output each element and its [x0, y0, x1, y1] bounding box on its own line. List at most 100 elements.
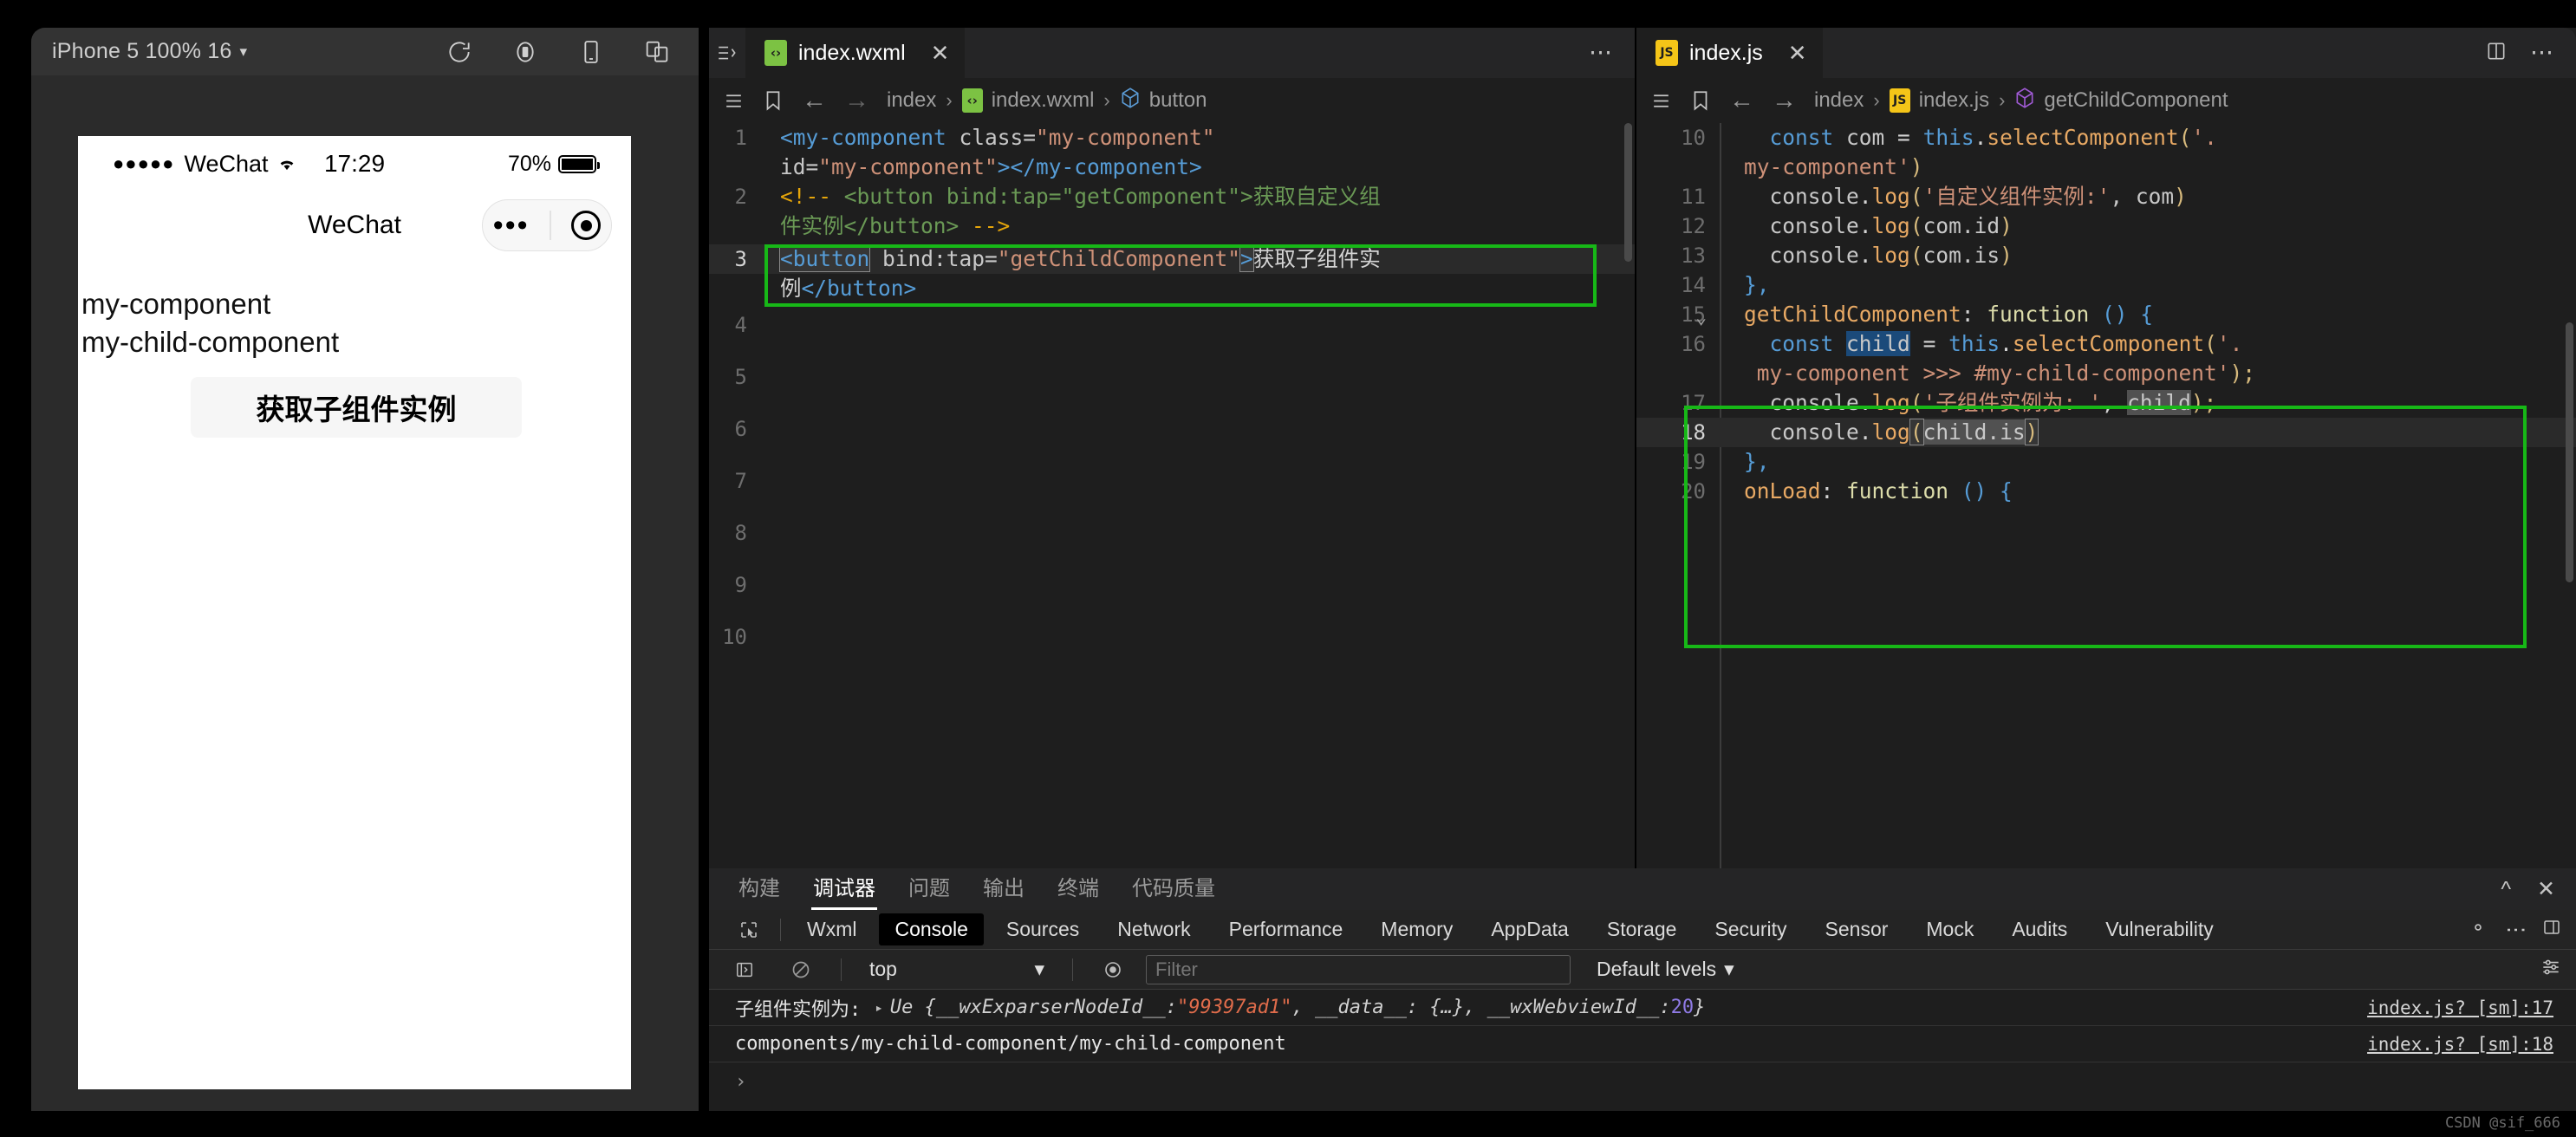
dt-tab-network[interactable]: Network	[1102, 913, 1206, 945]
bp-tab-build[interactable]: 构建	[737, 871, 782, 908]
dt-tab-console[interactable]: Console	[879, 913, 984, 945]
code-token: )	[2174, 184, 2187, 209]
simulator-panel: iPhone 5 100% 16 ▾ ●●●●● WeChat 17:29 70…	[31, 28, 699, 1111]
capsule-close-icon[interactable]	[571, 211, 602, 240]
get-child-component-button[interactable]: 获取子组件实例	[191, 377, 522, 439]
dt-tab-audits[interactable]: Audits	[1996, 913, 2083, 945]
console-source-link[interactable]: index.js? [sm]:17	[2367, 997, 2576, 1018]
dt-tab-memory[interactable]: Memory	[1365, 913, 1468, 945]
split-editor-icon[interactable]	[2485, 40, 2508, 67]
bp-tab-code-quality[interactable]: 代码质量	[1130, 871, 1217, 908]
dt-tab-appdata[interactable]: AppData	[1475, 913, 1584, 945]
dt-tab-performance[interactable]: Performance	[1213, 913, 1359, 945]
more-actions-icon[interactable]: ⋯	[2530, 41, 2555, 63]
bottom-panel-tabs: 构建 调试器 问题 输出 终端 代码质量 ^ ✕	[709, 868, 2576, 910]
dt-tab-sources[interactable]: Sources	[991, 913, 1095, 945]
line-number: 5	[734, 365, 747, 389]
code-token: .	[1858, 390, 1872, 415]
breadcrumb-item-index[interactable]: index	[887, 88, 936, 113]
dt-tab-sensor[interactable]: Sensor	[1810, 913, 1904, 945]
console-toolbar: top ▾ Default levels ▾	[709, 950, 2576, 990]
code-token: child.is	[1922, 419, 2026, 445]
gear-icon[interactable]	[2467, 916, 2489, 943]
code-token: </button>	[801, 276, 917, 301]
bp-tab-output[interactable]: 输出	[981, 871, 1026, 908]
nav-forward-icon[interactable]: →	[1772, 88, 1797, 114]
device-selector-label[interactable]: iPhone 5 100% 16	[52, 39, 232, 64]
tab-label: index.js	[1689, 40, 1763, 65]
dt-tab-storage[interactable]: Storage	[1591, 913, 1693, 945]
code-token-selected: child	[1846, 331, 1910, 356]
chevron-down-icon[interactable]: ▾	[240, 43, 248, 61]
bookmark-icon[interactable]	[764, 89, 783, 112]
dt-tab-vulnerability[interactable]: Vulnerability	[2090, 913, 2228, 945]
breadcrumb-item-symbol[interactable]: getChildComponent	[2014, 87, 2228, 115]
editor-wxml-code[interactable]: 1 <my-component class="my-component" id=…	[709, 123, 1635, 868]
wechat-capsule[interactable]: •••	[482, 199, 612, 251]
dt-tab-wxml[interactable]: Wxml	[791, 913, 872, 945]
code-token: '.	[2216, 331, 2243, 356]
console-row[interactable]: components/my-child-component/my-child-c…	[709, 1026, 2576, 1062]
breadcrumb-label: index.wxml	[991, 88, 1095, 112]
editor-wxml-scrollbar[interactable]	[1624, 123, 1632, 262]
capsule-menu-icon[interactable]: •••	[493, 210, 530, 240]
simulator-toolbar-icons	[446, 38, 678, 66]
close-icon[interactable]	[931, 42, 950, 64]
line-number: 8	[734, 521, 747, 545]
kebab-menu-icon[interactable]: ⋮	[2504, 919, 2527, 940]
console-levels-select[interactable]: Default levels ▾	[1597, 958, 1734, 981]
nav-back-icon[interactable]: ←	[1729, 88, 1754, 114]
dt-tab-security[interactable]: Security	[1699, 913, 1802, 945]
clear-console-icon[interactable]	[777, 959, 825, 980]
console-prompt[interactable]: ›	[709, 1062, 2576, 1101]
tab-index-js[interactable]: JS index.js	[1636, 28, 1823, 78]
console-context-select[interactable]: top ▾	[857, 958, 1057, 981]
close-icon[interactable]	[1788, 42, 1807, 64]
breadcrumb-item-file[interactable]: ‹› index.wxml	[961, 88, 1095, 113]
bp-tab-debugger[interactable]: 调试器	[811, 871, 877, 910]
console-source-link[interactable]: index.js? [sm]:18	[2367, 1034, 2576, 1055]
chevron-down-icon: ▾	[1034, 958, 1044, 980]
list-icon[interactable]	[1650, 90, 1672, 112]
nav-back-icon[interactable]: ←	[802, 88, 827, 114]
dock-icon[interactable]	[2541, 917, 2562, 942]
code-line: 13 console.log(com.is)	[1636, 241, 2576, 270]
code-text: const com = this.selectComponent('.	[1720, 123, 2217, 153]
breadcrumb-separator: ›	[1873, 89, 1880, 111]
execute-icon[interactable]	[721, 960, 768, 979]
nav-forward-icon[interactable]: →	[844, 88, 869, 114]
code-token: 件实例</button>	[780, 213, 959, 238]
more-actions-icon[interactable]: ⋯	[1589, 41, 1614, 63]
tab-index-wxml[interactable]: ‹› index.wxml	[745, 28, 966, 78]
eye-icon[interactable]	[1089, 959, 1137, 980]
fold-chevron-down-icon[interactable]: ⌄	[1695, 303, 1707, 333]
js-file-icon: JS	[1889, 88, 1910, 113]
chevron-up-icon[interactable]: ^	[2501, 877, 2511, 902]
breadcrumb-item-file[interactable]: JS index.js	[1889, 88, 1990, 113]
close-icon[interactable]: ✕	[2537, 876, 2555, 902]
expand-arrow-icon[interactable]: ▸	[875, 999, 883, 1016]
console-settings-icon[interactable]	[2540, 956, 2576, 983]
line-number: 16	[1681, 332, 1706, 356]
line-number: 14	[1681, 273, 1706, 297]
editor-js-code[interactable]: 10 const com = this.selectComponent('. m…	[1636, 123, 2576, 868]
list-icon[interactable]	[723, 90, 745, 112]
breadcrumb-item-index[interactable]: index	[1814, 88, 1864, 113]
bookmark-icon[interactable]	[1691, 89, 1710, 112]
copy-icon[interactable]	[643, 38, 671, 66]
code-token: .	[1858, 419, 1872, 445]
inspect-element-icon[interactable]	[725, 919, 773, 940]
bp-tab-terminal[interactable]: 终端	[1056, 871, 1101, 908]
toggle-sidebar-icon[interactable]	[709, 28, 745, 78]
device-icon[interactable]	[577, 38, 605, 66]
record-icon[interactable]	[511, 38, 539, 66]
refresh-icon[interactable]	[446, 38, 473, 66]
dt-tab-mock[interactable]: Mock	[1910, 913, 1989, 945]
breadcrumb-label: index.js	[1918, 88, 1990, 112]
console-row[interactable]: 子组件实例为: ▸ Ue {__wxExparserNodeId__: "993…	[709, 990, 2576, 1026]
breadcrumb-item-symbol[interactable]: button	[1120, 87, 1207, 115]
code-token: onLoad	[1744, 478, 1821, 504]
editor-js-scrollbar[interactable]	[2566, 322, 2573, 582]
bp-tab-problems[interactable]: 问题	[907, 871, 952, 908]
console-filter-input[interactable]	[1146, 954, 1571, 984]
